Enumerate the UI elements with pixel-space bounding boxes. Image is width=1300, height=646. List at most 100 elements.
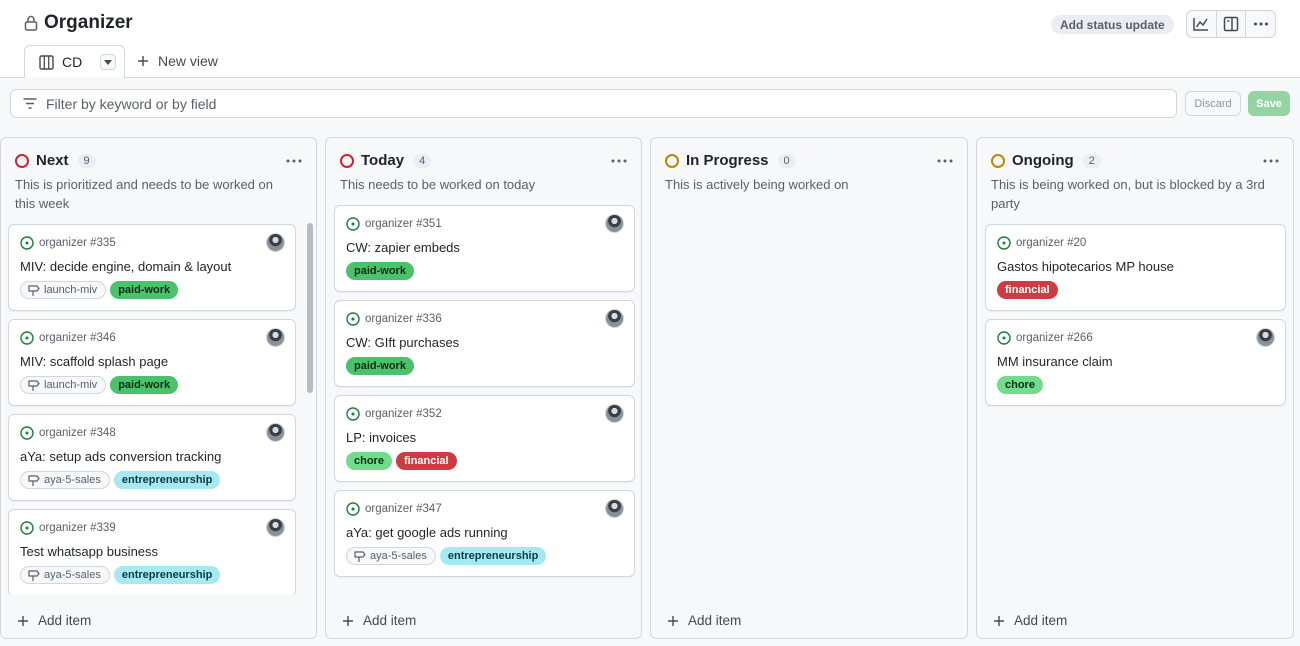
new-view-button[interactable]: New view — [137, 53, 218, 69]
label-entrepreneurship[interactable]: entrepreneurship — [113, 566, 221, 584]
milestone-tag[interactable]: aya-5-sales — [346, 547, 436, 565]
column-title: In Progress — [686, 152, 769, 169]
milestone-tag[interactable]: aya-5-sales — [20, 471, 110, 489]
card-tags: aya-5-sales entrepreneurship — [20, 471, 221, 489]
card-ref: organizer #20 — [1016, 237, 1087, 249]
add-item-label: Add item — [38, 613, 92, 628]
card-339[interactable]: organizer #339 Test whatsapp business ay… — [8, 509, 296, 596]
label-chore[interactable]: chore — [997, 376, 1043, 394]
milestone-label: aya-5-sales — [370, 550, 427, 562]
card-tags: aya-5-sales entrepreneurship — [346, 547, 547, 565]
card-347[interactable]: organizer #347 aYa: get google ads runni… — [334, 490, 635, 577]
more-options-button[interactable] — [1246, 11, 1275, 37]
add-item-button[interactable]: Add item — [667, 613, 741, 628]
milestone-tag[interactable]: launch-miv — [20, 376, 107, 394]
card-title[interactable]: MIV: scaffold splash page — [20, 354, 168, 369]
label-paid-work[interactable]: paid-work — [110, 281, 179, 299]
milestone-icon — [354, 551, 366, 562]
column-menu-button[interactable] — [937, 150, 953, 166]
column-title: Today — [361, 152, 405, 169]
open-issue-icon — [997, 236, 1011, 250]
card-title[interactable]: Gastos hipotecarios MP house — [997, 259, 1174, 274]
card-ref: organizer #352 — [365, 408, 442, 420]
more-icon — [1263, 159, 1279, 163]
tab-cd[interactable]: CD — [24, 45, 125, 78]
discard-button[interactable]: Discard — [1185, 91, 1241, 116]
card-meta: organizer #351 — [346, 217, 442, 231]
caret-down-icon — [104, 59, 113, 65]
add-item-button[interactable]: Add item — [993, 613, 1067, 628]
card-336[interactable]: organizer #336 CW: GIft purchases paid-w… — [334, 300, 635, 387]
card-ref: organizer #266 — [1016, 332, 1093, 344]
card-title[interactable]: CW: GIft purchases — [346, 335, 459, 350]
column-description: This is prioritized and needs to be work… — [15, 177, 273, 211]
card-tags: launch-miv paid-work — [20, 281, 179, 299]
card-352[interactable]: organizer #352 LP: invoices chore financ… — [334, 395, 635, 482]
column-description: This is actively being worked on — [665, 177, 849, 192]
card-title[interactable]: aYa: setup ads conversion tracking — [20, 449, 221, 464]
card-title[interactable]: MIV: decide engine, domain & layout — [20, 259, 231, 274]
label-financial[interactable]: financial — [997, 281, 1058, 299]
card-meta: organizer #335 — [20, 236, 116, 250]
card-title[interactable]: MM insurance claim — [997, 354, 1113, 369]
avatar[interactable] — [605, 404, 624, 423]
avatar[interactable] — [266, 518, 285, 537]
column-description: This is being worked on, but is blocked … — [991, 177, 1265, 211]
avatar[interactable] — [266, 423, 285, 442]
card-title[interactable]: Test whatsapp business — [20, 544, 158, 559]
card-348[interactable]: organizer #348 aYa: setup ads conversion… — [8, 414, 296, 501]
side-panel-button[interactable] — [1217, 11, 1247, 37]
card-266[interactable]: organizer #266 MM insurance claim chore — [985, 319, 1286, 406]
board-icon — [39, 54, 54, 70]
label-entrepreneurship[interactable]: entrepreneurship — [439, 547, 547, 565]
column-menu-button[interactable] — [286, 150, 302, 166]
filter-bar: Filter by keyword or by field Discard Sa… — [0, 78, 1300, 128]
avatar[interactable] — [266, 233, 285, 252]
milestone-tag[interactable]: aya-5-sales — [20, 566, 110, 584]
card-meta: organizer #339 — [20, 521, 116, 535]
label-entrepreneurship[interactable]: entrepreneurship — [113, 471, 221, 489]
project-header: Organizer Add status update CD New view — [0, 0, 1300, 78]
milestone-icon — [28, 285, 40, 296]
view-options-dropdown[interactable] — [100, 54, 117, 70]
label-chore[interactable]: chore — [346, 452, 392, 470]
label-paid-work[interactable]: paid-work — [346, 357, 414, 375]
label-paid-work[interactable]: paid-work — [346, 262, 414, 280]
card-meta: organizer #266 — [997, 331, 1093, 345]
card-335[interactable]: organizer #335 MIV: decide engine, domai… — [8, 224, 296, 311]
label-financial[interactable]: financial — [395, 452, 457, 470]
open-issue-icon — [997, 331, 1011, 345]
card-tags: paid-work — [346, 357, 414, 375]
column-header: Next 9 — [15, 152, 96, 169]
avatar[interactable] — [605, 309, 624, 328]
insights-button[interactable] — [1187, 11, 1217, 37]
milestone-tag[interactable]: launch-miv — [20, 281, 107, 299]
avatar[interactable] — [605, 214, 624, 233]
save-button[interactable]: Save — [1248, 91, 1290, 116]
title-area: Organizer — [24, 12, 133, 34]
card-ref: organizer #351 — [365, 218, 442, 230]
card-title[interactable]: CW: zapier embeds — [346, 240, 460, 255]
filter-icon — [23, 98, 37, 109]
avatar[interactable] — [266, 328, 285, 347]
add-status-update-button[interactable]: Add status update — [1051, 15, 1174, 34]
filter-input[interactable]: Filter by keyword or by field — [10, 89, 1177, 118]
card-351[interactable]: organizer #351 CW: zapier embeds paid-wo… — [334, 205, 635, 292]
add-item-button[interactable]: Add item — [17, 613, 91, 628]
column-title: Next — [36, 152, 69, 169]
card-title[interactable]: aYa: get google ads running — [346, 525, 508, 540]
lock-icon — [24, 15, 38, 31]
milestone-label: aya-5-sales — [44, 474, 101, 486]
add-item-button[interactable]: Add item — [342, 613, 416, 628]
avatar[interactable] — [1256, 328, 1275, 347]
card-title[interactable]: LP: invoices — [346, 430, 416, 445]
card-346[interactable]: organizer #346 MIV: scaffold splash page… — [8, 319, 296, 406]
column-menu-button[interactable] — [1263, 150, 1279, 166]
column-description: This needs to be worked on today — [340, 177, 536, 192]
column-count: 4 — [413, 153, 432, 168]
avatar[interactable] — [605, 499, 624, 518]
card-20[interactable]: organizer #20 Gastos hipotecarios MP hou… — [985, 224, 1286, 311]
label-paid-work[interactable]: paid-work — [110, 376, 179, 394]
column-scrollbar[interactable] — [307, 223, 313, 393]
column-menu-button[interactable] — [611, 150, 627, 166]
